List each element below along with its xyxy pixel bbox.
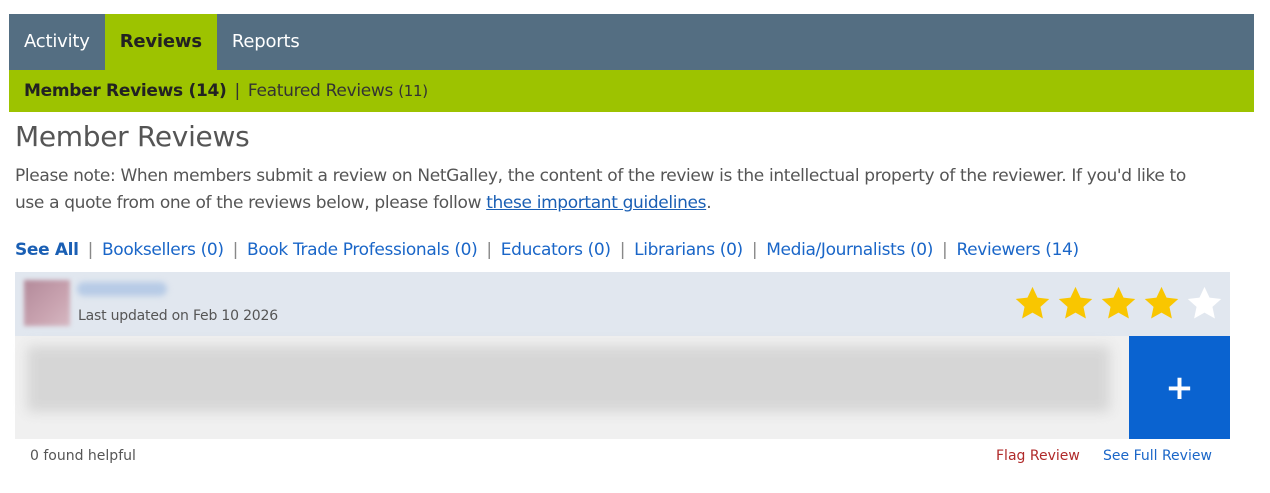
review-updated-date: Last updated on Feb 10 2026 <box>78 308 278 324</box>
filter-divider: | <box>486 240 492 260</box>
page-title: Member Reviews <box>15 120 250 153</box>
subnav-member-reviews[interactable]: Member Reviews (14) <box>24 81 227 101</box>
star-rating <box>1013 284 1224 323</box>
filter-librarians[interactable]: Librarians (0) <box>634 240 743 260</box>
expand-review-button[interactable]: + <box>1129 336 1230 439</box>
helpful-count: 0 found helpful <box>30 448 136 464</box>
review-excerpt <box>15 336 1129 439</box>
flag-review-link[interactable]: Flag Review <box>996 448 1080 464</box>
subnav-member-count: (14) <box>188 81 227 101</box>
reviewer-filter-bar: See All | Booksellers (0) | Book Trade Profe… <box>15 240 1079 260</box>
filter-divider: | <box>751 240 758 260</box>
reviews-page: Activity Reviews Reports Member Reviews … <box>9 14 1254 112</box>
subnav-separator: | <box>234 81 240 101</box>
filter-book-trade-professionals[interactable]: Book Trade Professionals (0) <box>247 240 478 260</box>
tab-reviews[interactable]: Reviews <box>104 14 217 70</box>
guidelines-link[interactable]: these important guidelines <box>486 193 706 213</box>
filter-reviewers[interactable]: Reviewers (14) <box>956 240 1079 260</box>
subnav-featured-reviews[interactable]: Featured Reviews (11) <box>248 81 428 101</box>
reviewer-name-redacted[interactable] <box>77 282 167 296</box>
reviewer-avatar[interactable] <box>24 280 70 326</box>
review-card-header: Last updated on Feb 10 2026 <box>15 272 1230 336</box>
subnav-featured-label: Featured Reviews <box>247 81 394 101</box>
reviews-subnav: Member Reviews (14) | Featured Reviews (11… <box>9 70 1254 112</box>
star-filled-icon <box>1013 284 1052 323</box>
tab-reports[interactable]: Reports <box>217 14 315 70</box>
note-end: . <box>706 193 712 213</box>
see-full-review-link[interactable]: See Full Review <box>1103 448 1212 464</box>
review-text-redacted <box>27 346 1110 412</box>
filter-divider: | <box>87 240 94 260</box>
star-filled-icon <box>1142 284 1181 323</box>
filter-media-journalists[interactable]: Media/Journalists (0) <box>766 240 933 260</box>
star-filled-icon <box>1056 284 1095 323</box>
tab-activity[interactable]: Activity <box>9 14 105 70</box>
filter-see-all[interactable]: See All <box>15 240 79 260</box>
star-empty-icon <box>1185 284 1224 323</box>
main-tabs: Activity Reviews Reports <box>9 14 1254 70</box>
filter-booksellers[interactable]: Booksellers (0) <box>102 240 224 260</box>
filter-divider: | <box>232 240 239 260</box>
subnav-featured-count: (11) <box>398 82 428 100</box>
filter-educators[interactable]: Educators (0) <box>501 240 611 260</box>
filter-divider: | <box>619 240 626 260</box>
ip-note: Please note: When members submit a revie… <box>15 163 1215 217</box>
subnav-member-label: Member Reviews <box>24 81 183 101</box>
filter-divider: | <box>942 240 948 260</box>
star-filled-icon <box>1099 284 1138 323</box>
